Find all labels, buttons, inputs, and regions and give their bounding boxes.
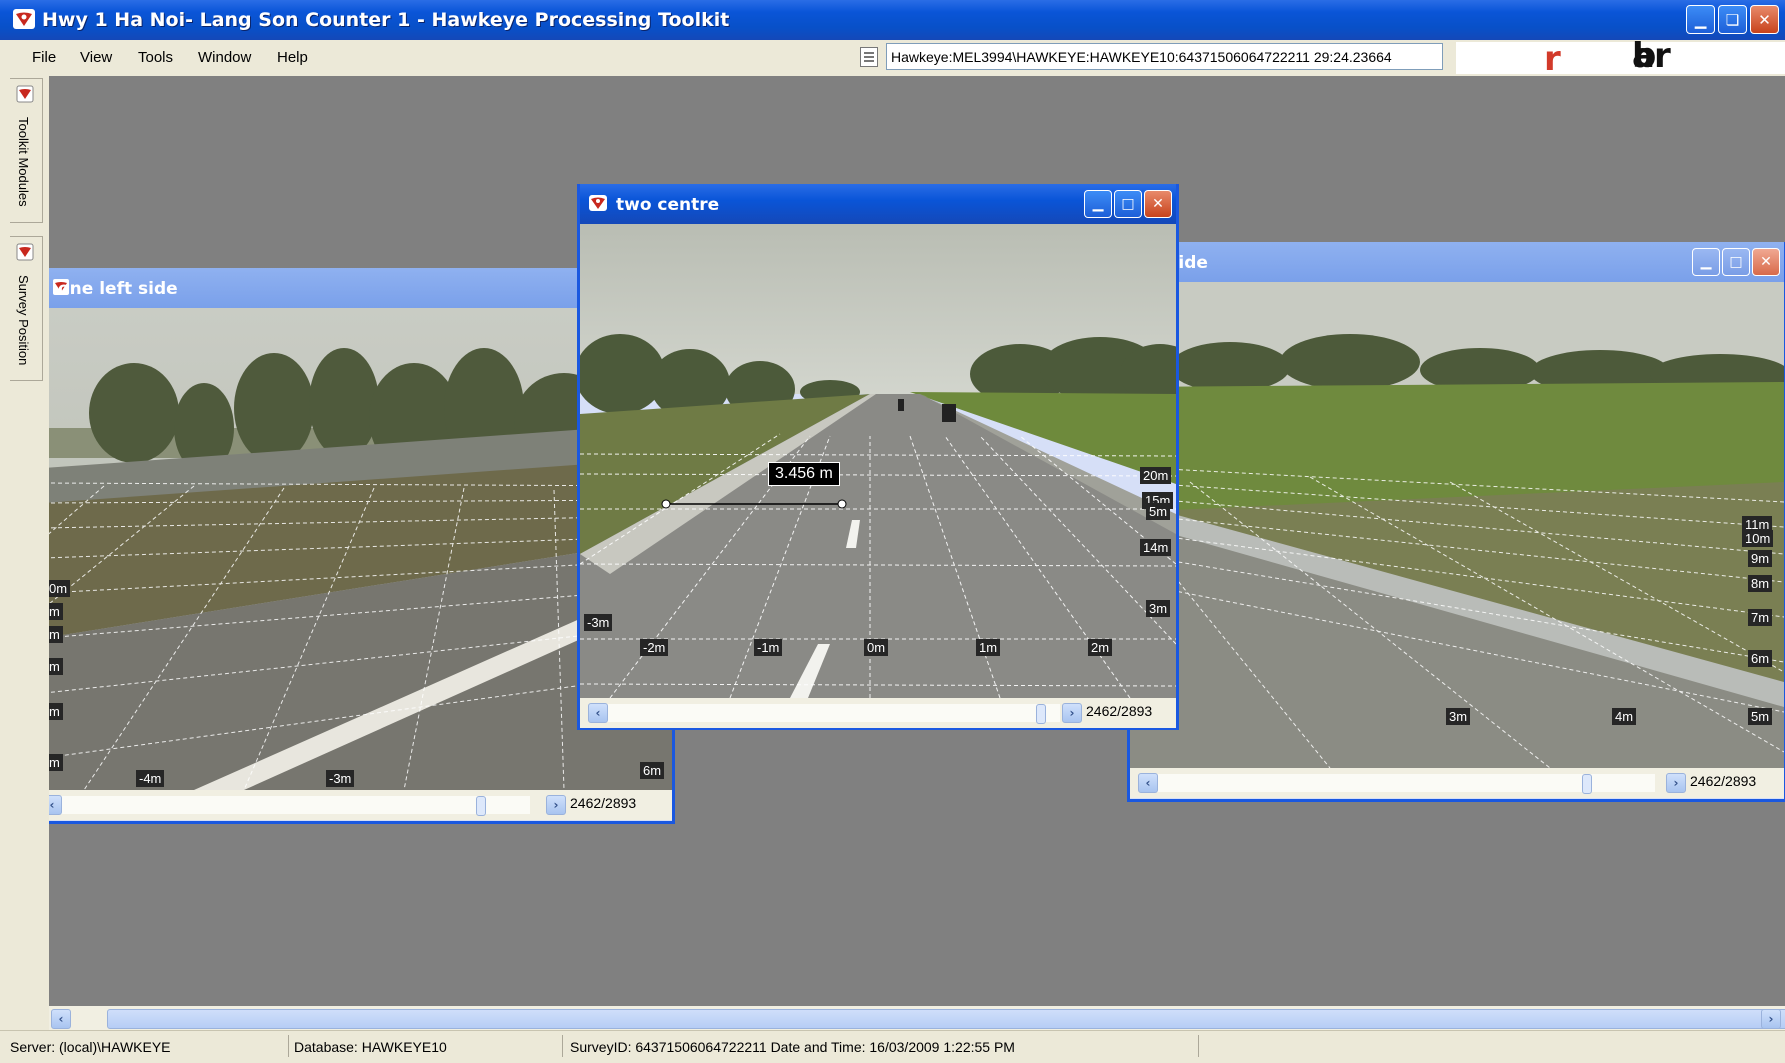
grid-label: 3m: [1446, 708, 1471, 725]
grid-label: 9m: [1748, 550, 1773, 567]
grid-label: 6m: [640, 762, 665, 779]
grid-label: 6m: [1748, 650, 1773, 667]
status-survey: SurveyID: 64371506064722211 Date and Tim…: [570, 1039, 1015, 1055]
measurement-readout: 3.456 m: [768, 462, 840, 486]
grid-label: 0m: [49, 580, 71, 597]
restore-icon: ❏: [1725, 10, 1740, 29]
frame-scrollbar[interactable]: ‹ › 2462/2893: [580, 698, 1176, 728]
grid-label: 2m: [1088, 639, 1113, 656]
scroll-right-arrow-icon[interactable]: ›: [1062, 703, 1082, 723]
maximize-button[interactable]: □: [1722, 248, 1750, 276]
grid-label: 7m: [1748, 609, 1773, 626]
grid-label: m: [49, 603, 63, 620]
scroll-thumb[interactable]: [476, 796, 486, 816]
center-camera-view[interactable]: 3.456 m -3m -2m -1m 0m 1m 2m 20m 15m 5m …: [580, 224, 1176, 698]
survey-position-tab[interactable]: Survey Position: [10, 236, 43, 381]
mdi-workspace: one left side 0m m m m m m -4m -3m 6m ‹ …: [49, 76, 1785, 1010]
frame-scrollbar[interactable]: ‹ › 2462/2893: [49, 790, 672, 820]
maximize-icon: □: [1729, 254, 1743, 270]
scroll-left-arrow-icon[interactable]: ‹: [1138, 773, 1158, 793]
hawkeye-icon: [16, 85, 34, 107]
grid-label: 1m: [976, 639, 1001, 656]
minimize-icon: ▁: [1694, 10, 1707, 29]
grid-label: m: [49, 754, 63, 771]
scroll-left-arrow-icon[interactable]: ‹: [51, 1009, 71, 1029]
minimize-icon: ▁: [1700, 254, 1712, 270]
frame-scrollbar[interactable]: ‹ › 2462/2893: [1130, 768, 1784, 798]
menu-file[interactable]: File: [32, 49, 56, 66]
grid-label: -2m: [640, 639, 669, 656]
minimize-button[interactable]: ▁: [1686, 5, 1715, 34]
survey-position-label: Survey Position: [16, 275, 31, 366]
grid-label: 0m: [864, 639, 889, 656]
close-icon: ✕: [1760, 254, 1772, 270]
close-button[interactable]: ✕: [1144, 190, 1172, 218]
scroll-thumb[interactable]: [107, 1009, 1785, 1029]
menu-view[interactable]: View: [80, 49, 112, 66]
scroll-left-arrow-icon[interactable]: ‹: [588, 703, 608, 723]
scroll-right-arrow-icon[interactable]: ›: [1761, 1009, 1781, 1029]
child-window-right[interactable]: ght side ▁ □ ✕: [1127, 242, 1785, 802]
child-title-bar[interactable]: two centre ▁ □ ✕: [580, 184, 1176, 224]
hawkeye-icon: [16, 243, 34, 265]
grid-label: 8m: [1748, 575, 1773, 592]
grid-label: m: [49, 626, 63, 643]
close-button[interactable]: ✕: [1752, 248, 1780, 276]
child-title: two centre: [616, 195, 720, 215]
restore-button[interactable]: ❏: [1718, 5, 1747, 34]
scroll-left-arrow-icon[interactable]: ‹: [49, 795, 62, 815]
grid-label: 4m: [1612, 708, 1637, 725]
right-camera-view[interactable]: 11m 10m 9m 8m 7m 6m 5m 3m 4m: [1130, 282, 1784, 768]
minimize-button[interactable]: ▁: [1084, 190, 1112, 218]
grid-label: -1m: [754, 639, 783, 656]
grid-label: 14m: [1140, 539, 1172, 556]
child-title: one left side: [58, 279, 178, 299]
scroll-thumb[interactable]: [1582, 774, 1592, 794]
menu-tools[interactable]: Tools: [138, 49, 173, 66]
document-icon[interactable]: [860, 47, 878, 67]
grid-label: 10m: [1742, 530, 1774, 547]
scroll-right-arrow-icon[interactable]: ›: [546, 795, 566, 815]
scroll-thumb[interactable]: [1036, 704, 1046, 724]
frame-counter: 2462/2893: [1086, 703, 1153, 719]
survey-path-field[interactable]: Hawkeye:MEL3994\HAWKEYE:HAWKEYE10:643715…: [886, 43, 1443, 70]
maximize-button[interactable]: □: [1114, 190, 1142, 218]
minimize-button[interactable]: ▁: [1692, 248, 1720, 276]
close-icon: ✕: [1758, 10, 1771, 29]
frame-counter: 2462/2893: [570, 795, 637, 811]
grid-label: 5m: [1146, 503, 1171, 520]
grid-label: m: [49, 703, 63, 720]
main-title-bar[interactable]: Hwy 1 Ha Noi- Lang Son Counter 1 - Hawke…: [0, 0, 1785, 40]
close-icon: ✕: [1152, 196, 1164, 212]
scroll-right-arrow-icon[interactable]: ›: [1666, 773, 1686, 793]
left-dock: Toolkit Modules Survey Position: [0, 76, 49, 1030]
grid-label: -3m: [326, 770, 355, 787]
status-bar: Server: (local)\HAWKEYE Database: HAWKEY…: [0, 1030, 1785, 1063]
hawkeye-app-icon: [12, 8, 36, 35]
window-title: Hwy 1 Ha Noi- Lang Son Counter 1 - Hawke…: [42, 9, 730, 31]
grid-label: 3m: [1146, 600, 1171, 617]
grid-label: 20m: [1140, 467, 1172, 484]
minimize-icon: ▁: [1092, 196, 1104, 212]
menu-help[interactable]: Help: [277, 49, 308, 66]
frame-counter: 2462/2893: [1690, 773, 1757, 789]
status-database: Database: HAWKEYE10: [294, 1039, 447, 1055]
status-server: Server: (local)\HAWKEYE: [10, 1039, 171, 1055]
child-window-center[interactable]: two centre ▁ □ ✕ 3.456 m -3m -2m -1m 0m …: [577, 184, 1179, 730]
grid-label: 5m: [1748, 708, 1773, 725]
arrb-logo: ar r b: [1456, 36, 1785, 79]
grid-label: -3m: [584, 614, 613, 631]
close-button[interactable]: ✕: [1750, 5, 1779, 34]
grid-label: -4m: [136, 770, 165, 787]
menu-window[interactable]: Window: [198, 49, 251, 66]
toolkit-modules-tab[interactable]: Toolkit Modules: [10, 78, 43, 223]
toolkit-modules-label: Toolkit Modules: [16, 117, 31, 207]
maximize-icon: □: [1121, 196, 1135, 212]
workspace-scrollbar[interactable]: ‹ ›: [49, 1006, 1785, 1030]
hawkeye-icon: [588, 194, 608, 217]
grid-label: m: [49, 658, 63, 675]
child-title-bar[interactable]: ght side ▁ □ ✕: [1130, 242, 1784, 282]
